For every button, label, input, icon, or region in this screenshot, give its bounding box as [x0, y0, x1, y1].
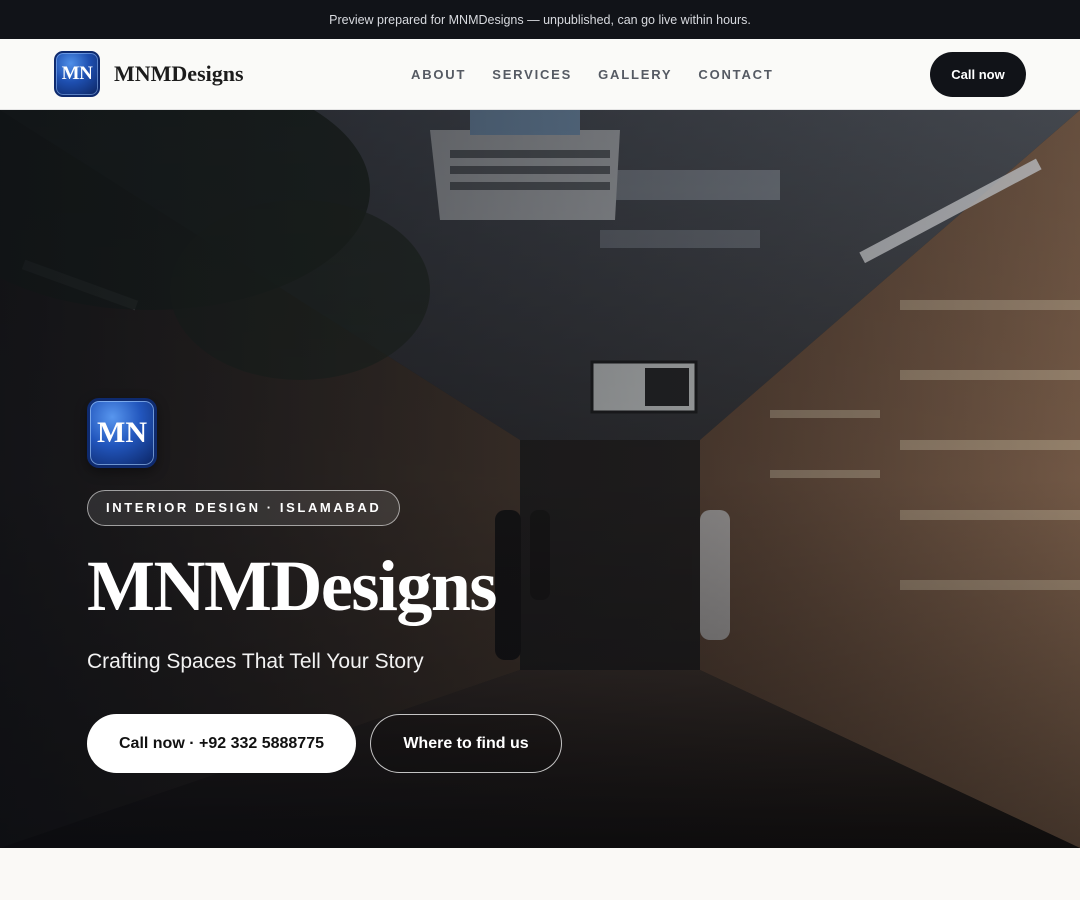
brand[interactable]: MN MNMDesigns [54, 51, 244, 97]
hero-title: MNMDesigns [87, 546, 497, 626]
call-now-button[interactable]: Call now [930, 52, 1026, 97]
find-us-button[interactable]: Where to find us [370, 714, 562, 773]
nav-link-services[interactable]: SERVICES [492, 67, 572, 82]
hero-buttons: Call now · +92 332 5888775 Where to find… [87, 714, 562, 773]
top-navigation: MN MNMDesigns ABOUT SERVICES GALLERY CON… [0, 39, 1080, 110]
hero-content: MN INTERIOR DESIGN · ISLAMABAD MNMDesign… [87, 398, 562, 773]
hero-section: MN INTERIOR DESIGN · ISLAMABAD MNMDesign… [0, 110, 1080, 848]
hero-subtitle: Crafting Spaces That Tell Your Story [87, 650, 424, 673]
brand-logo-icon: MN [54, 51, 100, 97]
category-pill: INTERIOR DESIGN · ISLAMABAD [87, 490, 401, 526]
preview-banner-text: Preview prepared for MNMDesigns — unpubl… [329, 12, 751, 27]
hero-logo-icon: MN [87, 398, 157, 468]
preview-banner: Preview prepared for MNMDesigns — unpubl… [0, 0, 1080, 39]
nav-menu: ABOUT SERVICES GALLERY CONTACT [398, 39, 787, 110]
call-phone-button[interactable]: Call now · +92 332 5888775 [87, 714, 356, 773]
nav-link-gallery[interactable]: GALLERY [598, 67, 672, 82]
nav-link-contact[interactable]: CONTACT [698, 67, 773, 82]
nav-link-about[interactable]: ABOUT [411, 67, 466, 82]
brand-name: MNMDesigns [114, 61, 244, 86]
